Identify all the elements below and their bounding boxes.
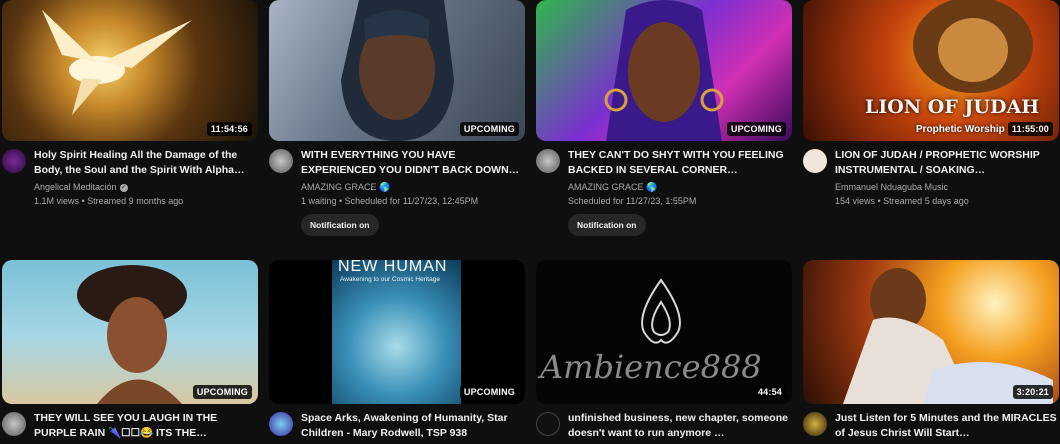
video-thumbnail[interactable]: UPCOMING bbox=[269, 0, 525, 141]
thumbnail-title-text: Ambience888 bbox=[540, 348, 762, 386]
video-title[interactable]: Just Listen for 5 Minutes and the MIRACL… bbox=[835, 411, 1059, 441]
video-card[interactable]: UPCOMING THEY WILL SEE YOU LAUGH IN THE … bbox=[2, 260, 258, 443]
channel-avatar[interactable] bbox=[536, 149, 560, 173]
video-stats: 154 views • Streamed 5 days ago bbox=[835, 196, 969, 206]
channel-avatar[interactable] bbox=[803, 149, 827, 173]
video-stats: 1 waiting • Scheduled for 11/27/23, 12:4… bbox=[301, 196, 479, 206]
channel-avatar[interactable] bbox=[536, 412, 560, 436]
video-thumbnail[interactable]: UPCOMING bbox=[2, 260, 258, 404]
channel-avatar[interactable] bbox=[269, 412, 293, 436]
video-card[interactable]: 3:20:21 Just Listen for 5 Minutes and th… bbox=[803, 260, 1059, 443]
video-thumbnail[interactable]: 11:54:56 bbox=[2, 0, 258, 141]
thumbnail-subtitle-text: Prophetic Worship bbox=[916, 124, 1005, 135]
upcoming-badge: UPCOMING bbox=[726, 122, 786, 136]
portrait-image bbox=[341, 0, 454, 141]
channel-avatar[interactable] bbox=[269, 149, 293, 173]
duration-badge: 44:54 bbox=[753, 385, 786, 399]
video-thumbnail[interactable]: NEW HUMAN Awakening to our Cosmic Herita… bbox=[269, 260, 525, 404]
video-card[interactable]: 11:54:56 Holy Spirit Healing All the Dam… bbox=[2, 0, 258, 208]
video-card[interactable]: NEW HUMAN Awakening to our Cosmic Herita… bbox=[269, 260, 525, 443]
upcoming-badge: UPCOMING bbox=[459, 385, 519, 399]
notification-on-button[interactable]: Notification on bbox=[568, 214, 646, 236]
jesus-image bbox=[843, 268, 1053, 404]
duration-badge: 11:55:00 bbox=[1007, 122, 1053, 136]
video-card[interactable]: Ambience888 44:54 unfinished business, n… bbox=[536, 260, 792, 443]
duration-badge: 11:54:56 bbox=[206, 122, 252, 136]
video-stats: Scheduled for 11/27/23, 1:55PM bbox=[568, 196, 697, 206]
channel-name[interactable]: Emmanuel Nduaguba Music bbox=[835, 180, 1059, 194]
video-thumbnail[interactable]: LION OF JUDAH Prophetic Worship 11:55:00 bbox=[803, 0, 1059, 141]
book-cover-subtitle: Awakening to our Cosmic Heritage bbox=[340, 276, 440, 283]
dove-image bbox=[42, 10, 192, 115]
channel-name[interactable]: Angelical Meditación ✓ bbox=[34, 180, 258, 194]
channel-avatar[interactable] bbox=[2, 412, 26, 436]
thumbnail-title-text: LION OF JUDAH bbox=[865, 96, 1040, 118]
channel-name[interactable]: AMAZING GRACE 🌎 bbox=[301, 180, 525, 194]
channel-name[interactable]: AMAZING GRACE 🌎 bbox=[568, 180, 792, 194]
video-title[interactable]: THEY CAN'T DO SHYT WITH YOU FEELING BACK… bbox=[568, 148, 792, 178]
lion-image bbox=[913, 0, 1033, 93]
video-title[interactable]: WITH EVERYTHING YOU HAVE EXPERIENCED YOU… bbox=[301, 148, 525, 178]
notification-on-button[interactable]: Notification on bbox=[301, 214, 379, 236]
channel-avatar[interactable] bbox=[2, 149, 26, 173]
video-stats: 1.1M views • Streamed 9 months ago bbox=[34, 196, 184, 206]
upcoming-badge: UPCOMING bbox=[192, 385, 252, 399]
upcoming-badge: UPCOMING bbox=[459, 122, 519, 136]
video-card[interactable]: UPCOMING THEY CAN'T DO SHYT WITH YOU FEE… bbox=[536, 0, 792, 236]
video-thumbnail[interactable]: Ambience888 44:54 bbox=[536, 260, 792, 404]
duration-badge: 3:20:21 bbox=[1012, 385, 1053, 399]
channel-avatar[interactable] bbox=[803, 412, 827, 436]
video-thumbnail[interactable]: UPCOMING bbox=[536, 0, 792, 141]
video-card[interactable]: UPCOMING WITH EVERYTHING YOU HAVE EXPERI… bbox=[269, 0, 525, 236]
video-title[interactable]: Space Arks, Awakening of Humanity, Star … bbox=[301, 411, 525, 441]
portrait-image bbox=[77, 265, 187, 404]
portrait-image bbox=[604, 0, 724, 141]
book-cover-title: NEW HUMAN bbox=[338, 260, 448, 275]
book-cover-image: NEW HUMAN Awakening to our Cosmic Herita… bbox=[332, 260, 461, 404]
video-title[interactable]: LION OF JUDAH / PROPHETIC WORSHIP INSTRU… bbox=[835, 148, 1059, 178]
video-title[interactable]: THEY WILL SEE YOU LAUGH IN THE PURPLE RA… bbox=[34, 411, 258, 441]
video-title[interactable]: unfinished business, new chapter, someon… bbox=[568, 411, 792, 441]
channel-name-text: Angelical Meditación bbox=[34, 182, 117, 192]
video-title[interactable]: Holy Spirit Healing All the Damage of th… bbox=[34, 148, 258, 178]
video-card[interactable]: LION OF JUDAH Prophetic Worship 11:55:00… bbox=[803, 0, 1059, 208]
verified-check-icon: ✓ bbox=[119, 183, 128, 192]
video-thumbnail[interactable]: 3:20:21 bbox=[803, 260, 1059, 404]
